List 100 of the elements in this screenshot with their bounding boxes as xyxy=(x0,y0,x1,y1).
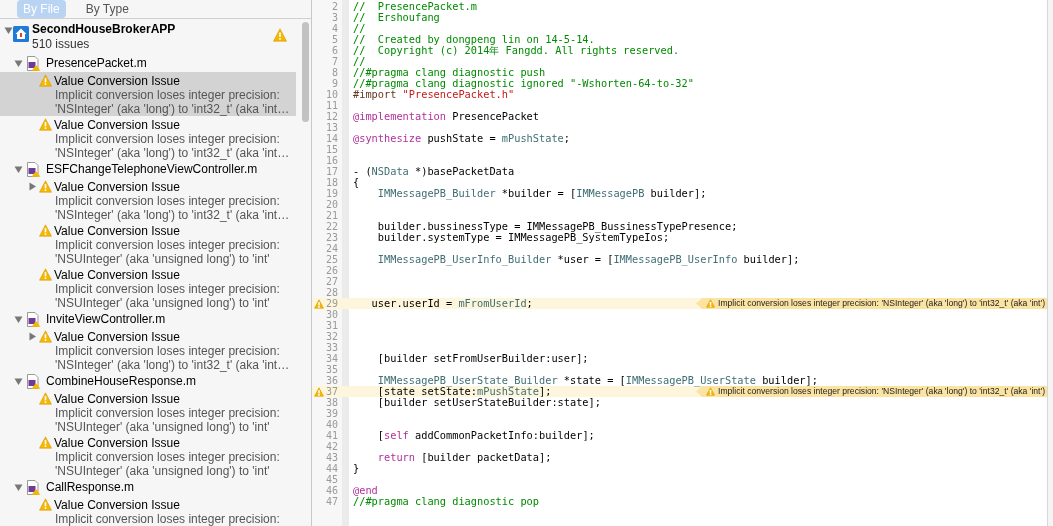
disclosure-triangle-icon[interactable] xyxy=(28,182,37,191)
line-number: 19 xyxy=(325,188,339,199)
disclosure-triangle-icon[interactable] xyxy=(3,26,13,35)
line-number: 29 xyxy=(325,298,339,309)
issue-row[interactable]: Value Conversion Issue Implicit conversion loses integer precision: 'NSUInteger' (aka 'unsigned long') to 'int' xyxy=(0,434,311,478)
issue-message: 'NSInteger' (aka 'long') to 'int32_t' (aka 'int… xyxy=(54,208,291,222)
code-line: // xyxy=(353,22,366,34)
issue-message: Implicit conversion loses integer precision: xyxy=(54,282,281,296)
code-line: IMMessagePB_Builder *builder = [IMMessagePB builder]; xyxy=(376,187,707,199)
file-name[interactable]: InviteViewController.m xyxy=(46,312,166,326)
file-name[interactable]: ESFChangeTelephoneViewController.m xyxy=(46,162,258,176)
issue-title: Value Conversion Issue xyxy=(54,73,180,88)
line-number: 7 xyxy=(331,56,339,67)
source-file-icon xyxy=(27,161,41,177)
warning-icon xyxy=(39,118,52,131)
disclosure-triangle-icon[interactable] xyxy=(28,332,37,341)
issue-title: Value Conversion Issue xyxy=(54,223,180,238)
line-number: 31 xyxy=(325,320,339,331)
issue-message: Implicit conversion loses integer precision: xyxy=(54,194,281,208)
disclosure-triangle-icon[interactable] xyxy=(13,314,23,324)
tab[interactable]: By Type xyxy=(79,0,135,18)
line-number: 43 xyxy=(325,452,339,463)
line-number: 20 xyxy=(325,199,339,210)
code-line: - (NSData *)basePacketData xyxy=(353,165,515,177)
app-icon xyxy=(13,26,29,42)
scrollbar[interactable] xyxy=(302,22,309,122)
source-file-icon xyxy=(27,373,41,389)
code-line: user.userId = mFromUserId; xyxy=(370,297,533,309)
warning-icon xyxy=(39,224,52,237)
source-file-icon xyxy=(27,479,41,495)
code-line: IMMessagePB_UserInfo_Builder *user = [IMMessagePB_UserInfo builder]; xyxy=(376,253,800,265)
disclosure-triangle-icon[interactable] xyxy=(13,376,23,386)
issue-message: Implicit conversion loses integer precision: xyxy=(54,132,281,146)
issue-message: 'NSUInteger' (aka 'unsigned long') to 'int' xyxy=(54,464,271,478)
issue-message: Implicit conversion loses integer precision: xyxy=(54,512,281,526)
line-number: 40 xyxy=(325,419,339,430)
disclosure-triangle-icon[interactable] xyxy=(13,58,23,68)
line-number: 13 xyxy=(325,122,339,133)
line-number: 22 xyxy=(325,221,339,232)
issue-message: Implicit conversion loses integer precision: xyxy=(54,88,281,102)
line-number: 37 xyxy=(325,386,339,397)
issue-message: Implicit conversion loses integer precision: xyxy=(54,450,281,464)
issue-title: Value Conversion Issue xyxy=(54,179,180,194)
code-line: [builder setUserStateBuilder:state]; xyxy=(376,396,601,408)
issue-message: 'NSInteger' (aka 'long') to 'int32_t' (aka 'int… xyxy=(54,146,291,160)
file-name[interactable]: CallResponse.m xyxy=(46,480,135,494)
disclosure-triangle-icon[interactable] xyxy=(13,482,23,492)
line-number: 35 xyxy=(325,364,339,375)
line-number: 26 xyxy=(325,265,339,276)
line-number: 32 xyxy=(325,331,339,342)
file-name[interactable]: CombineHouseResponse.m xyxy=(46,374,197,388)
issue-row[interactable]: Value Conversion Issue Implicit conversion loses integer precision: 'NSInteger' (aka 'long') to 'int32_t' (aka 'int… xyxy=(0,328,311,372)
line-number: 11 xyxy=(325,100,339,111)
issue-title: Value Conversion Issue xyxy=(54,117,180,132)
warning-icon xyxy=(39,436,52,449)
issue-title: Value Conversion Issue xyxy=(54,391,180,406)
file-name[interactable]: PresencePacket.m xyxy=(46,56,147,70)
issue-message: Implicit conversion loses integer precision: xyxy=(54,406,281,420)
code-line: [self addCommonPacketInfo:builder]; xyxy=(376,429,595,441)
issue-row[interactable]: Value Conversion Issue Implicit conversion loses integer precision: 'NSInteger' (aka 'long') to 'int32_t' (aka 'int… xyxy=(0,116,311,160)
issue-row[interactable]: Value Conversion Issue Implicit conversion loses integer precision: 'NSInteger' (aka 'long') to 'int32_t' (aka 'int… xyxy=(0,178,311,222)
source-file-icon xyxy=(27,311,41,327)
warning-annotation[interactable]: Implicit conversion loses integer precision: 'NSInteger' (aka 'long') to 'int32_t' (aka 'int') xyxy=(696,298,1047,309)
warning-icon xyxy=(39,330,52,343)
line-number: 23 xyxy=(325,232,339,243)
issue-row[interactable]: Value Conversion Issue Implicit conversion loses integer precision: 'NSUInteger' (aka 'unsigned long') to 'int' xyxy=(0,222,311,266)
code-line: } xyxy=(353,462,360,474)
code-line: IMMessagePB_UserState_Builder *state = [IMMessagePB_UserState builder]; xyxy=(376,374,818,386)
code-editor[interactable] xyxy=(312,0,1047,526)
line-number: 36 xyxy=(325,375,339,386)
line-number: 17 xyxy=(325,166,339,177)
line-number: 8 xyxy=(331,67,339,78)
code-line: [builder setFromUserBuilder:user]; xyxy=(376,352,589,364)
issue-row[interactable]: Value Conversion Issue Implicit conversion loses integer precision: 'NSInteger' (aka 'long') to 'int32_t' (aka 'int… xyxy=(0,72,296,116)
issue-row[interactable]: Value Conversion Issue Implicit conversion loses integer precision: 'NSUInteger' (aka 'unsigned long') to 'int' xyxy=(0,266,311,310)
code-line: // Ershoufang xyxy=(353,11,440,23)
code-line: // Copyright (c) 2014年 Fangdd. All rights reserved. xyxy=(353,44,680,56)
warning-icon xyxy=(39,74,52,87)
disclosure-triangle-icon[interactable] xyxy=(13,164,23,174)
line-number: 44 xyxy=(325,463,339,474)
line-number: 10 xyxy=(325,89,339,100)
warning-annotation[interactable]: Implicit conversion loses integer precision: 'NSInteger' (aka 'long') to 'int32_t' (aka 'int') xyxy=(696,386,1047,397)
line-number: 4 xyxy=(331,23,339,34)
code-line: //#pragma clang diagnostic ignored "-Wshorten-64-to-32" xyxy=(353,77,694,89)
issue-message: 'NSInteger' (aka 'long') to 'int32_t' (aka 'int… xyxy=(54,102,291,116)
issue-message: Implicit conversion loses integer precision: xyxy=(54,238,281,252)
code-line: builder.bussinessType = IMMessagePB_BussinessTypePresence; xyxy=(376,220,738,232)
line-number: 14 xyxy=(325,133,339,144)
line-number: 34 xyxy=(325,353,339,364)
issue-row[interactable]: Value Conversion Issue Implicit conversion loses integer precision: xyxy=(0,496,311,526)
issue-message: 'NSUInteger' (aka 'unsigned long') to 'int' xyxy=(54,296,271,310)
line-number: 45 xyxy=(325,474,339,485)
line-number: 42 xyxy=(325,441,339,452)
issue-title: Value Conversion Issue xyxy=(54,267,180,282)
warning-icon xyxy=(39,498,52,511)
issue-message: 'NSUInteger' (aka 'unsigned long') to 'int' xyxy=(54,420,271,434)
line-number: 28 xyxy=(325,287,339,298)
code-line: return [builder packetData]; xyxy=(376,451,552,463)
project-name: SecondHouseBrokerAPP xyxy=(32,22,177,37)
issue-row[interactable]: Value Conversion Issue Implicit conversion loses integer precision: 'NSUInteger' (aka 'unsigned long') to 'int' xyxy=(0,390,311,434)
